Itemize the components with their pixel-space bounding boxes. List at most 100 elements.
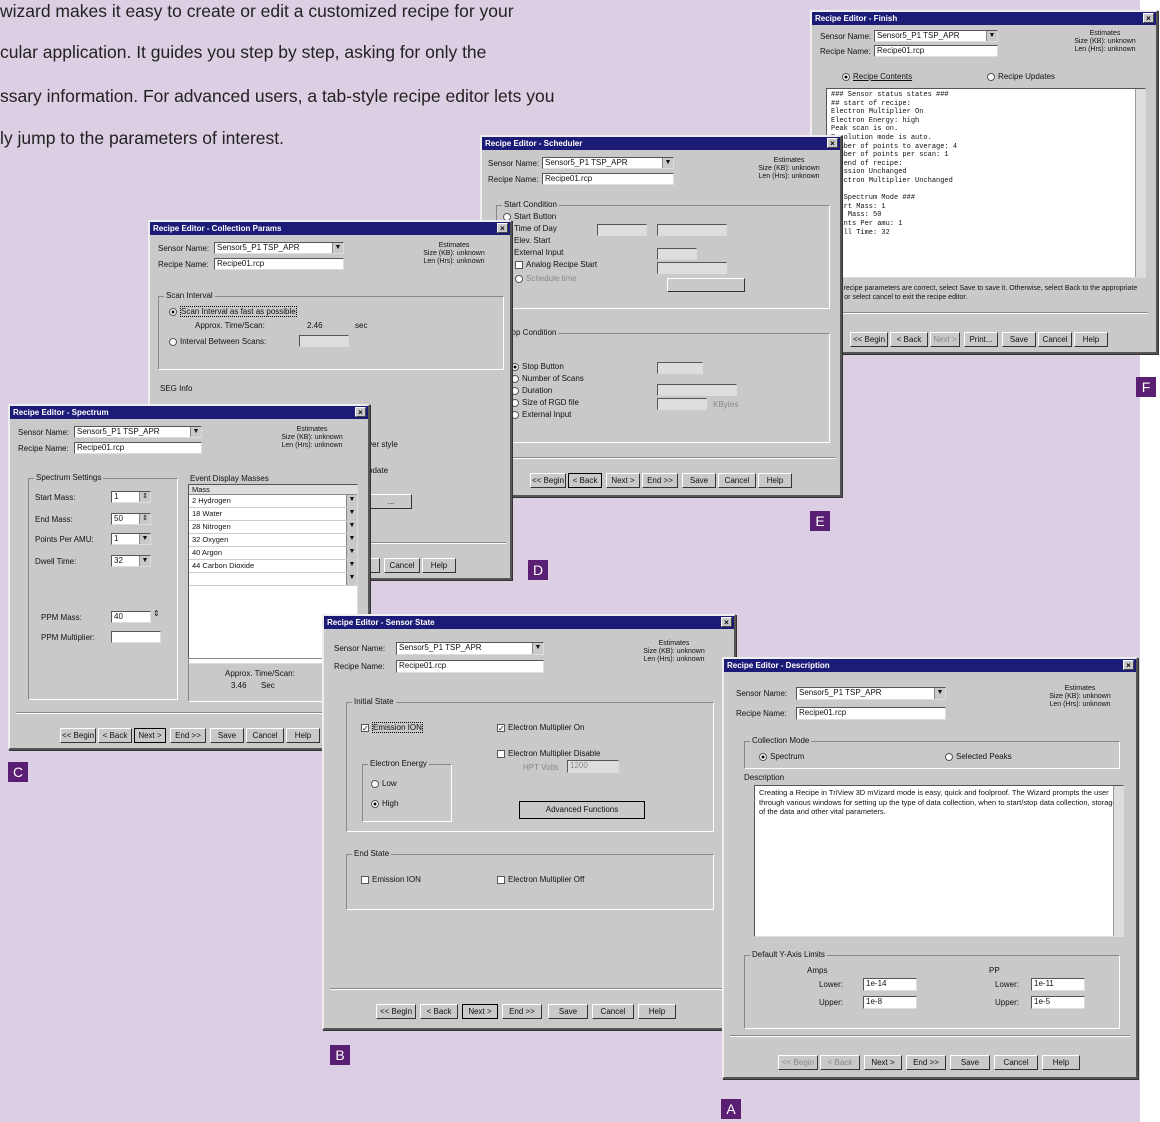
input-field[interactable]: [657, 248, 697, 260]
save-button[interactable]: Save: [950, 1055, 990, 1070]
spectrum-radio[interactable]: Spectrum: [759, 752, 804, 761]
duration-radio[interactable]: Duration: [511, 386, 552, 395]
fast-as-possible-radio[interactable]: Scan Interval as fast as possible: [169, 306, 297, 317]
external-input-radio[interactable]: External Input: [503, 248, 563, 257]
time-field[interactable]: [657, 224, 727, 236]
analog-field[interactable]: [657, 262, 727, 274]
pp-upper-field[interactable]: 1e-5: [1031, 996, 1085, 1009]
interval-between-scans-radio[interactable]: Interval Between Scans:: [169, 337, 266, 346]
recipe-contents-radio[interactable]: Recipe Contents: [842, 72, 912, 81]
chevron-down-icon[interactable]: ▼: [662, 158, 673, 168]
file-size-field[interactable]: [657, 398, 707, 410]
back-button[interactable]: < Back: [568, 473, 602, 488]
back-button[interactable]: < Back: [890, 332, 928, 347]
amps-lower-field[interactable]: 1e-14: [863, 978, 917, 991]
list-item[interactable]: 2 Hydrogen ▼: [189, 495, 357, 508]
energy-low-radio[interactable]: Low: [371, 779, 397, 788]
chevron-down-icon[interactable]: ▼: [986, 31, 997, 41]
start-mass-field[interactable]: 1 ⇕: [111, 491, 151, 503]
em-disable-checkbox[interactable]: Electron Multiplier Disable: [497, 749, 600, 758]
back-button[interactable]: < Back: [420, 1004, 458, 1019]
back-button[interactable]: < Back: [98, 728, 132, 743]
em-on-checkbox[interactable]: Electron Multiplier On: [497, 723, 584, 732]
end-button[interactable]: End >>: [170, 728, 206, 743]
begin-button[interactable]: << Begin: [376, 1004, 416, 1019]
cancel-button[interactable]: Cancel: [592, 1004, 634, 1019]
emission-checkbox[interactable]: Emission ION: [361, 722, 423, 733]
description-textarea[interactable]: Creating a Recipe in TriView 3D mVizard …: [754, 785, 1124, 937]
advanced-functions-button[interactable]: Advanced Functions: [519, 801, 645, 819]
begin-button[interactable]: << Begin: [778, 1055, 818, 1070]
recipe-name-field[interactable]: Recipe01.rcp: [542, 173, 674, 185]
chevron-down-icon[interactable]: ▼: [346, 560, 357, 572]
help-button[interactable]: Help: [758, 473, 792, 488]
help-button[interactable]: Help: [638, 1004, 676, 1019]
begin-button[interactable]: << Begin: [850, 332, 888, 347]
save-button[interactable]: Save: [548, 1004, 588, 1019]
recipe-contents-pane[interactable]: ### Sensor status states ### ## start of…: [826, 88, 1146, 278]
size-of-rgd-file-radio[interactable]: Size of RGD file: [511, 398, 579, 407]
spinner-icon[interactable]: ⇕: [139, 514, 150, 524]
selected-peaks-radio[interactable]: Selected Peaks: [945, 752, 1012, 761]
points-per-amu-select[interactable]: 1 ▼: [111, 533, 151, 545]
cancel-button[interactable]: Cancel: [384, 558, 420, 573]
recipe-updates-radio[interactable]: Recipe Updates: [987, 72, 1055, 81]
close-icon[interactable]: ×: [721, 617, 732, 627]
chevron-down-icon[interactable]: ▼: [346, 547, 357, 559]
close-icon[interactable]: ×: [1143, 13, 1154, 23]
schedule-time-option[interactable]: Schedule time: [515, 274, 577, 283]
sensor-name-select[interactable]: Sensor5_P1 TSP_APR ▼: [874, 30, 998, 42]
spinner-icon[interactable]: ⇕: [139, 492, 150, 502]
list-item[interactable]: 18 Water ▼: [189, 508, 357, 521]
cancel-button[interactable]: Cancel: [718, 473, 756, 488]
sensor-name-select[interactable]: Sensor5_P1 TSP_APR ▼: [74, 426, 202, 438]
ppm-multiplier-field[interactable]: [111, 631, 161, 643]
help-button[interactable]: Help: [422, 558, 456, 573]
chevron-down-icon[interactable]: ▼: [346, 495, 357, 507]
save-button[interactable]: Save: [682, 473, 716, 488]
end-button[interactable]: End >>: [906, 1055, 946, 1070]
print-button[interactable]: Print...: [964, 332, 998, 347]
next-button[interactable]: Next >: [864, 1055, 902, 1070]
end-emission-checkbox[interactable]: Emission ION: [361, 875, 421, 884]
help-button[interactable]: Help: [1042, 1055, 1080, 1070]
sensor-name-select[interactable]: Sensor5_P1 TSP_APR ▼: [542, 157, 674, 169]
sensor-name-select[interactable]: Sensor5_P1 TSP_APR ▼: [796, 687, 946, 700]
chevron-down-icon[interactable]: ▼: [346, 573, 357, 585]
close-icon[interactable]: ×: [1123, 660, 1134, 670]
stop-button-radio[interactable]: Stop Button: [511, 362, 564, 371]
cancel-button[interactable]: Cancel: [994, 1055, 1038, 1070]
duration-field[interactable]: [657, 384, 737, 396]
begin-button[interactable]: << Begin: [60, 728, 96, 743]
end-mass-field[interactable]: 50 ⇕: [111, 513, 151, 525]
next-button[interactable]: Next >: [606, 473, 640, 488]
cancel-button[interactable]: Cancel: [1038, 332, 1072, 347]
save-button[interactable]: Save: [210, 728, 244, 743]
save-button[interactable]: Save: [1002, 332, 1036, 347]
dwell-time-select[interactable]: 32 ▼: [111, 555, 151, 567]
cancel-button[interactable]: Cancel: [246, 728, 284, 743]
chevron-down-icon[interactable]: ▼: [934, 688, 945, 699]
schedule-button[interactable]: [667, 278, 745, 292]
number-of-scans-radio[interactable]: Number of Scans: [511, 374, 584, 383]
scrollbar[interactable]: [1135, 89, 1145, 277]
next-button[interactable]: Next >: [930, 332, 960, 347]
end-button[interactable]: End >>: [642, 473, 678, 488]
sensor-name-select[interactable]: Sensor5_P1 TSP_APR ▼: [396, 642, 544, 655]
analog-recipe-start-checkbox[interactable]: Analog Recipe Start: [515, 260, 597, 269]
recipe-name-field[interactable]: Recipe01.rcp: [396, 660, 544, 673]
ppm-mass-field[interactable]: 40: [111, 611, 151, 623]
advanced-button[interactable]: ...: [370, 494, 412, 509]
chevron-down-icon[interactable]: ▼: [532, 643, 543, 654]
close-icon[interactable]: ×: [827, 138, 838, 148]
chevron-down-icon[interactable]: ▼: [139, 556, 150, 566]
external-input-stop-radio[interactable]: External Input: [511, 410, 571, 419]
scrollbar[interactable]: [1113, 786, 1123, 936]
chevron-down-icon[interactable]: ▼: [346, 508, 357, 520]
list-item[interactable]: 40 Argon ▼: [189, 547, 357, 560]
chevron-down-icon[interactable]: ▼: [332, 243, 343, 253]
recipe-name-field[interactable]: Recipe01.rcp: [874, 45, 998, 57]
list-item-empty[interactable]: ▼: [189, 573, 357, 586]
hpt-volts-field[interactable]: 1200: [567, 760, 619, 773]
chevron-down-icon[interactable]: ▼: [190, 427, 201, 437]
